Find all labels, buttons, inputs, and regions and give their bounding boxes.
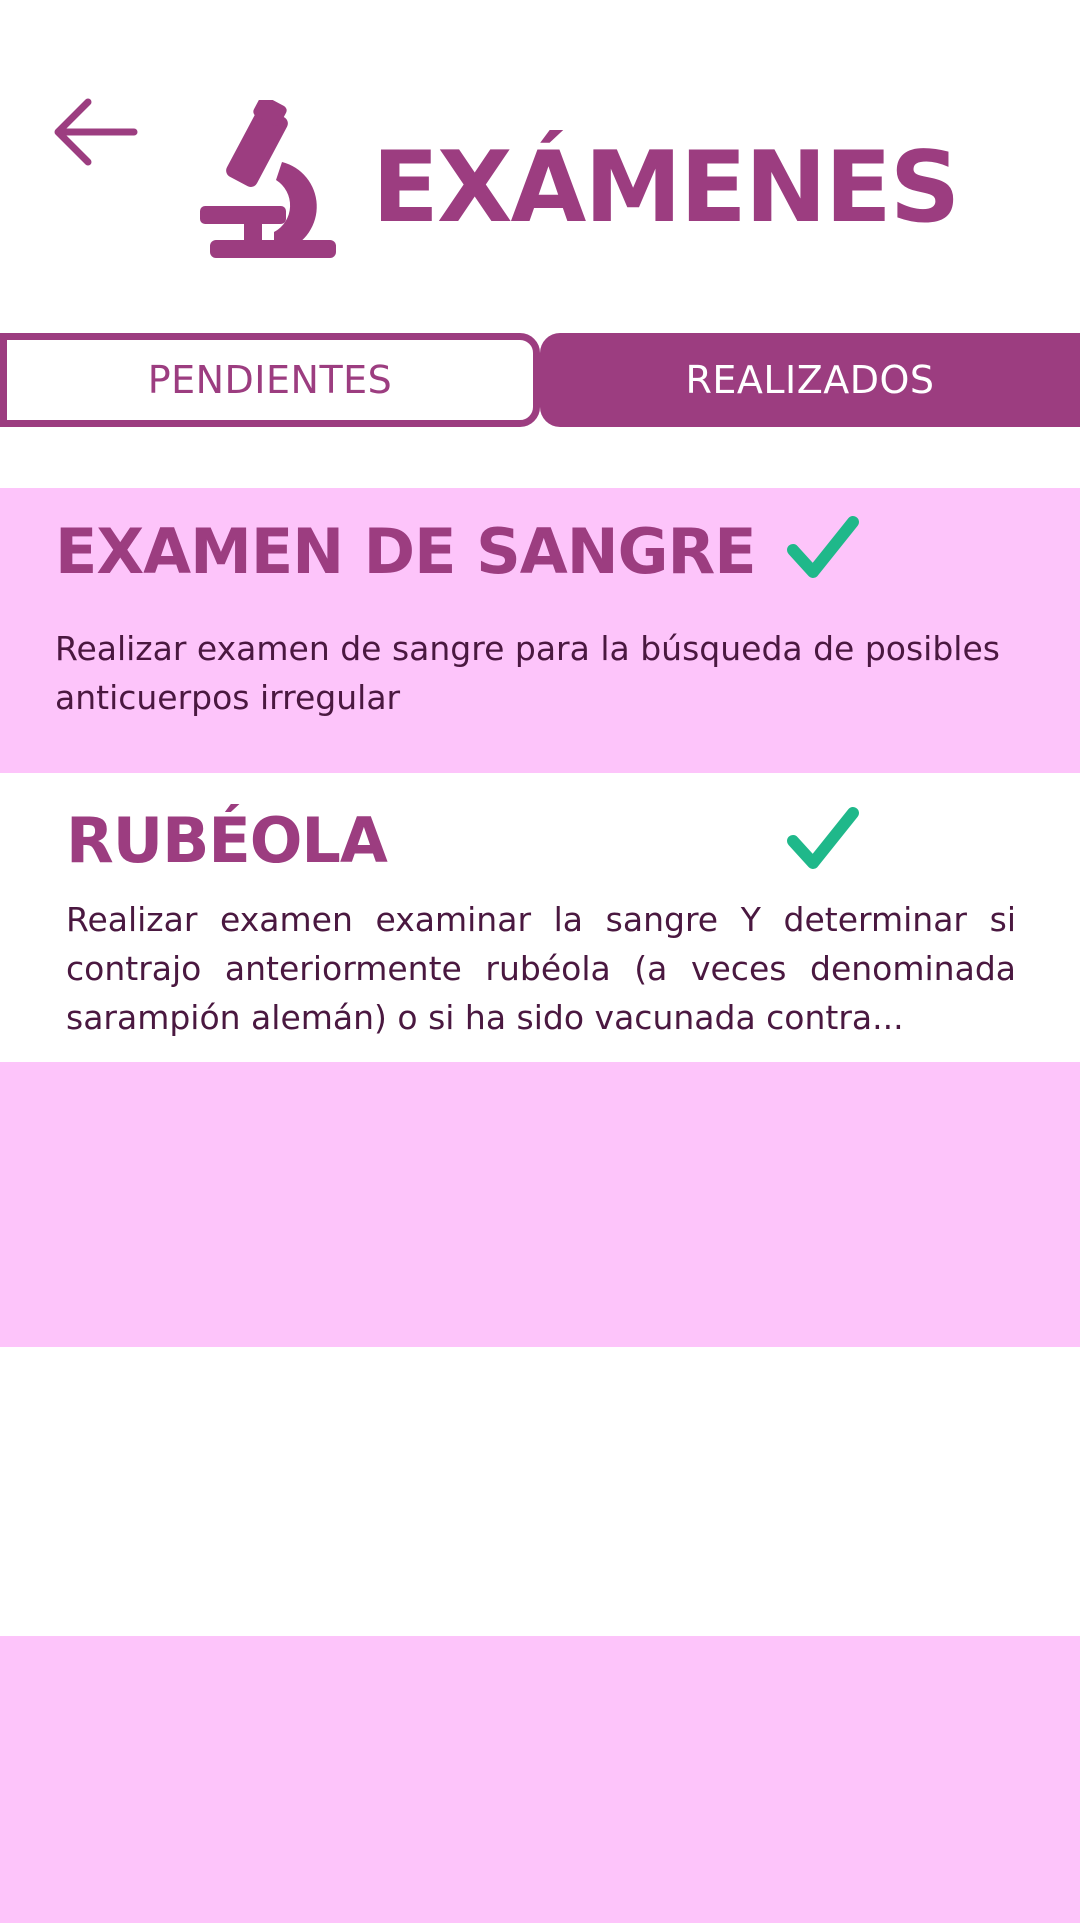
exam-title: EXAMEN DE SANGRE xyxy=(55,515,757,588)
check-icon xyxy=(787,516,859,578)
list-band xyxy=(0,1062,1080,1347)
arrow-left-icon xyxy=(54,98,138,166)
microscope-icon xyxy=(200,100,336,258)
tab-realizados[interactable]: REALIZADOS xyxy=(540,333,1080,427)
exam-description: Realizar examen examinar la sangre Y det… xyxy=(66,900,1016,1037)
list-band xyxy=(0,1636,1080,1923)
tab-pendientes[interactable]: PENDIENTES xyxy=(0,333,540,427)
screen: EXÁMENES PENDIENTES REALIZADOS EXAMEN DE… xyxy=(0,0,1080,1923)
exam-card-rubeola[interactable]: RUBÉOLA Realizar examen examinar la sang… xyxy=(0,773,1080,1062)
page-title: EXÁMENES xyxy=(372,131,960,245)
back-button[interactable] xyxy=(50,98,140,174)
exam-title: RUBÉOLA xyxy=(66,804,388,877)
exam-card-examen-de-sangre[interactable]: EXAMEN DE SANGRE Realizar examen de sang… xyxy=(0,488,1080,773)
check-icon xyxy=(787,807,859,869)
exam-description: Realizar examen de sangre para la búsque… xyxy=(55,629,1000,717)
